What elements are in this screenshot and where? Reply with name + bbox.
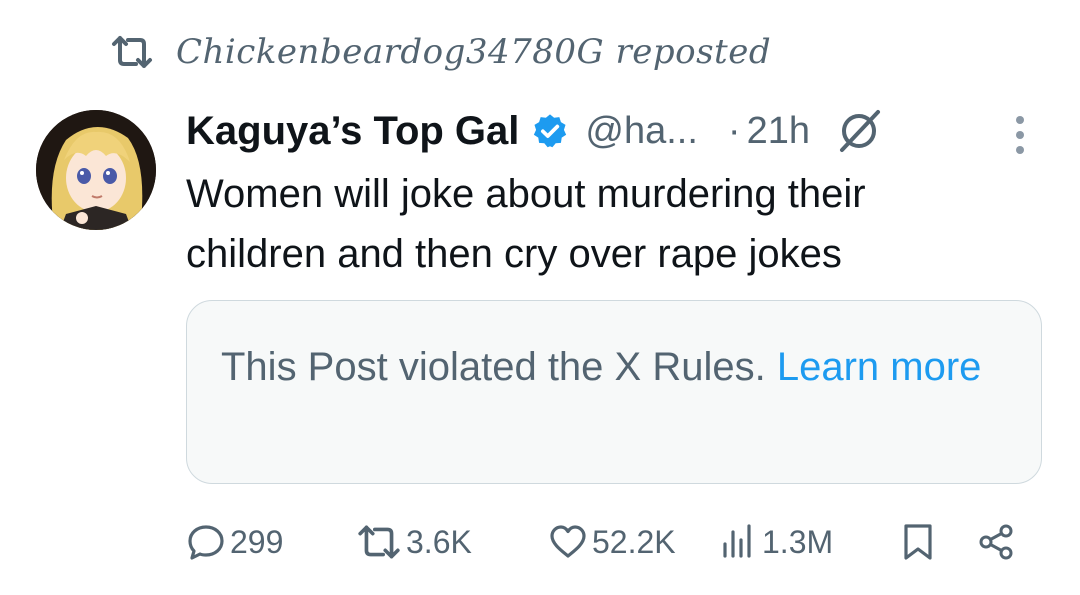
more-vertical-icon[interactable] (1010, 112, 1030, 158)
violation-notice: This Post violated the X Rules. Learn mo… (186, 300, 1042, 484)
notice-text: This Post violated the X Rules. (221, 345, 766, 389)
views-button[interactable]: 1.3M (718, 516, 833, 568)
reply-button[interactable]: 299 (186, 516, 283, 568)
repost-label: Chickenbeardog34780G reposted (176, 32, 772, 72)
heart-icon (550, 525, 586, 558)
avatar[interactable] (36, 110, 156, 230)
separator-dot: · (727, 109, 741, 152)
action-bar: 299 3.6K 52.2K 1.3M (186, 516, 1032, 568)
post-time[interactable]: 21h (747, 110, 810, 153)
author-name[interactable]: Kaguya’s Top Gal (186, 109, 519, 154)
author-handle[interactable]: @ha... (585, 110, 698, 153)
repost-header[interactable]: Chickenbeardog34780G reposted (110, 30, 771, 74)
like-button[interactable]: 52.2K (548, 516, 676, 568)
repost-action-icon (358, 525, 400, 559)
like-count: 52.2K (592, 523, 676, 560)
reply-count: 299 (230, 523, 284, 560)
share-button[interactable] (976, 516, 1016, 568)
share-icon (979, 524, 1013, 560)
verified-badge-icon[interactable] (531, 112, 569, 150)
learn-more-link[interactable]: Learn more (777, 345, 982, 389)
repost-count: 3.6K (406, 523, 472, 560)
repost-icon (112, 36, 152, 68)
tweet-text: Women will joke about murdering their ch… (186, 172, 866, 276)
views-count: 1.3M (762, 523, 834, 560)
repost-button[interactable]: 3.6K (356, 516, 472, 568)
bookmark-button[interactable] (898, 516, 938, 568)
views-chart-icon (723, 524, 751, 558)
tweet-header: Kaguya’s Top Gal @ha... · 21h (186, 104, 882, 158)
grok-icon[interactable] (836, 108, 882, 154)
bookmark-icon (904, 524, 932, 560)
avatar-image (36, 110, 156, 230)
reply-icon (188, 525, 224, 560)
